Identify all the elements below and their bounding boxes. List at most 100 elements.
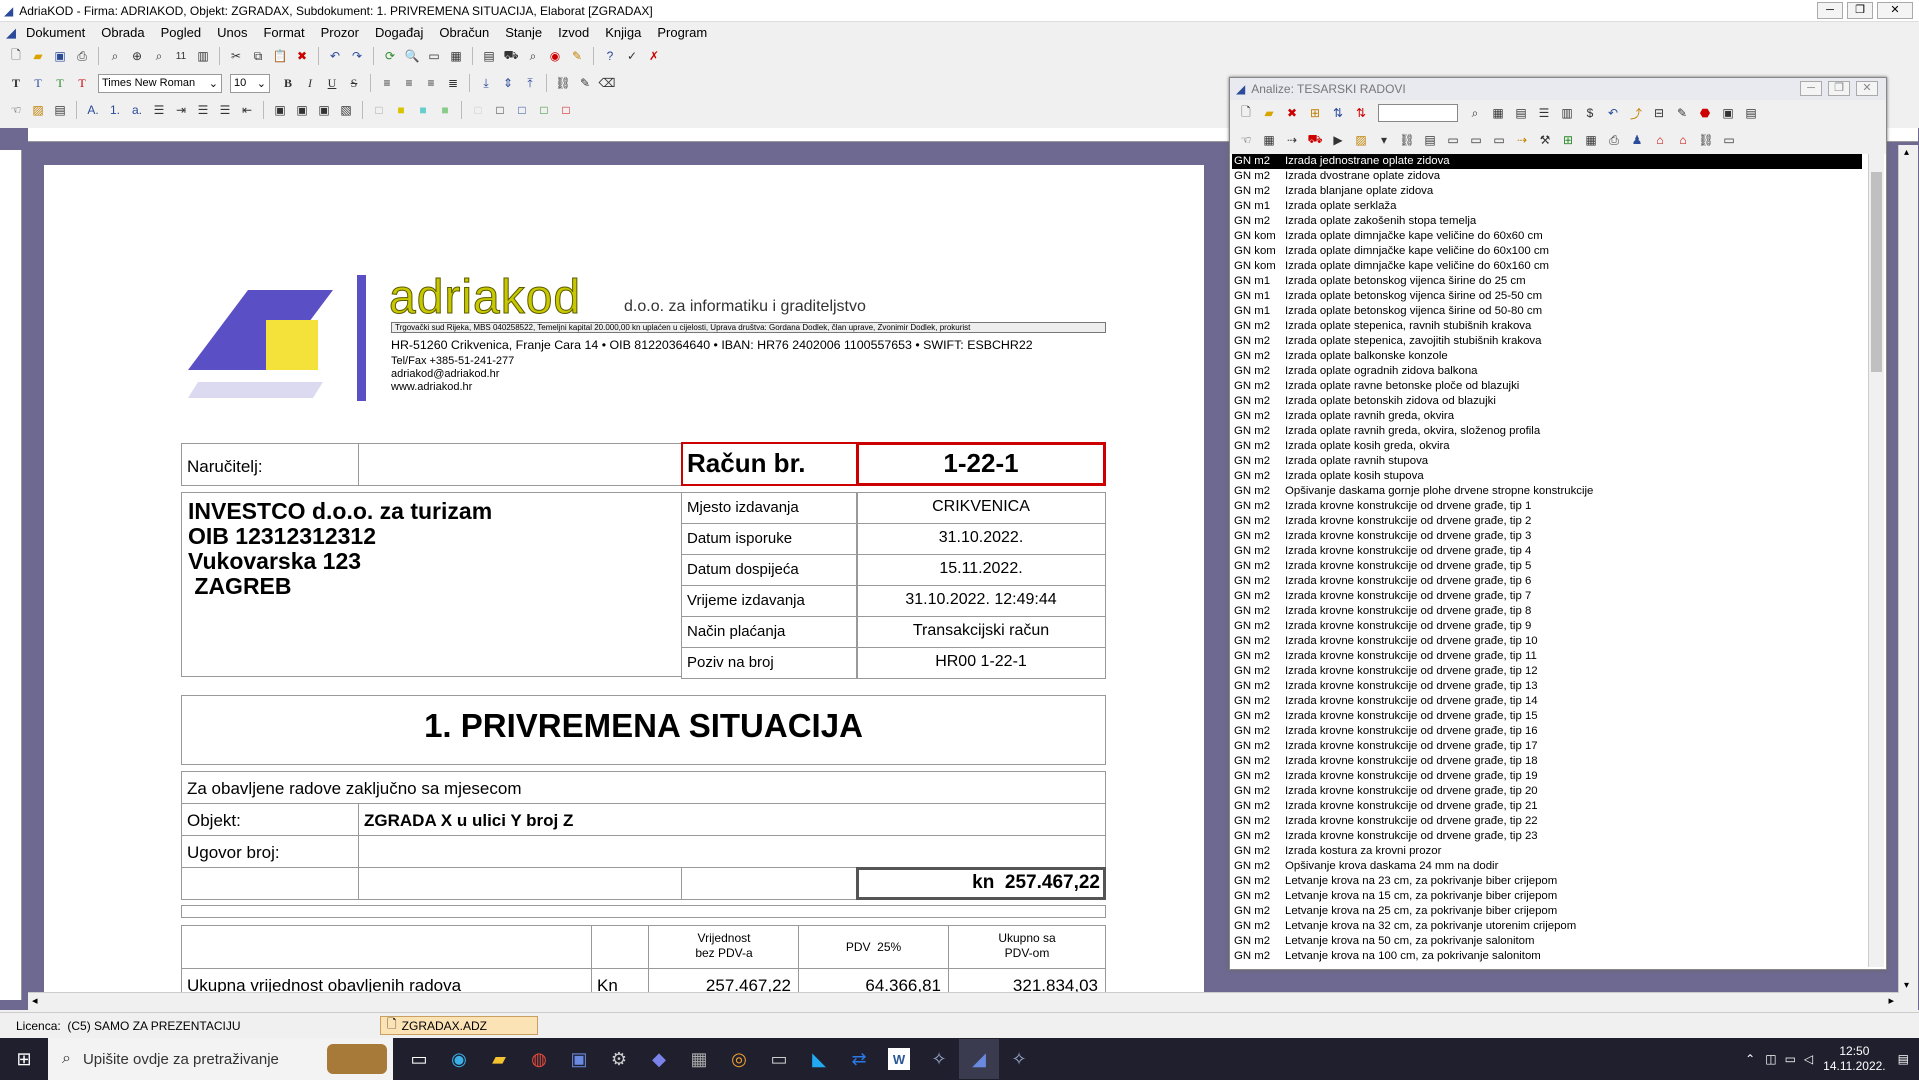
print-icon[interactable]: ⎙ xyxy=(72,46,92,66)
list-item[interactable]: GN m2 Izrada krovne konstrukcije od drven… xyxy=(1232,709,1862,724)
menu-pogled[interactable]: Pogled xyxy=(153,25,209,40)
camera-icon[interactable]: ◫ xyxy=(1765,1052,1776,1066)
list-item[interactable]: GN m2 Izrada krovne konstrukcije od drven… xyxy=(1232,724,1862,739)
image-icon[interactable]: ▧ xyxy=(336,100,356,120)
list-item[interactable]: GN m2 Izrada krovne konstrukcije od drven… xyxy=(1232,604,1862,619)
analyze-minimize-button[interactable]: ─ xyxy=(1800,81,1822,96)
list-item[interactable]: GN m2 Izrada oplate kosih stupova xyxy=(1232,469,1862,484)
list-item[interactable]: GN m2 Izrada krovne konstrukcije od drven… xyxy=(1232,754,1862,769)
border-red-icon[interactable]: □ xyxy=(556,100,576,120)
maximize-button[interactable]: ❐ xyxy=(1847,2,1873,19)
undo-icon[interactable]: ↶ xyxy=(1603,103,1623,123)
valign-bottom-icon[interactable]: ⤓ xyxy=(476,73,496,93)
new-icon[interactable]: 🗋 xyxy=(1236,103,1256,123)
grid-icon[interactable]: ▦ xyxy=(1488,103,1508,123)
list-item[interactable]: GN m2 Izrada blanjane oplate zidova xyxy=(1232,184,1862,199)
menu-stanje[interactable]: Stanje xyxy=(497,25,550,40)
app-icon[interactable]: ▣ xyxy=(559,1039,599,1079)
tree-icon[interactable]: ⊞ xyxy=(1558,130,1578,150)
list-item[interactable]: GN m2 Izrada krovne konstrukcije od drven… xyxy=(1232,499,1862,514)
list-item[interactable]: GN kom Izrada oplate dimnjačke kape velič… xyxy=(1232,244,1862,259)
menu-unos[interactable]: Unos xyxy=(209,25,255,40)
list-item[interactable]: GN m2 Izrada oplate ravnih greda, okvira,… xyxy=(1232,424,1862,439)
list-item[interactable]: GN m2 Izrada oplate stepenica, zavojitih … xyxy=(1232,334,1862,349)
select-icon[interactable]: ▨ xyxy=(28,100,48,120)
edge-icon[interactable]: ◉ xyxy=(439,1039,479,1079)
settings-icon[interactable]: ⚙ xyxy=(599,1039,639,1079)
horizontal-scrollbar[interactable]: ◂ ▸ xyxy=(28,992,1918,1010)
cancel-icon[interactable]: ✗ xyxy=(644,46,664,66)
close-button[interactable]: ✕ xyxy=(1877,2,1913,19)
letter-a-icon[interactable]: A. xyxy=(83,100,103,120)
house-icon[interactable]: ⌂ xyxy=(1673,130,1693,150)
list-item[interactable]: GN m2 Izrada oplate ravnih stupova xyxy=(1232,454,1862,469)
list-item[interactable]: GN m1 Izrada oplate serklaža xyxy=(1232,199,1862,214)
list-item[interactable]: GN m2 Izrada krovne konstrukcije od drven… xyxy=(1232,634,1862,649)
list-item[interactable]: GN m2 Izrada oplate ravnih greda, okvira xyxy=(1232,409,1862,424)
delete-icon[interactable]: ✖ xyxy=(292,46,312,66)
book-icon[interactable]: ▤ xyxy=(1511,103,1531,123)
list-item[interactable]: GN m2 Izrada krovne konstrukcije od drven… xyxy=(1232,664,1862,679)
pencil-icon[interactable]: ✎ xyxy=(575,73,595,93)
list-item[interactable]: GN m2 Izrada krovne konstrukcije od drven… xyxy=(1232,694,1862,709)
list-item[interactable]: GN m2 Izrada krovne konstrukcije od drven… xyxy=(1232,829,1862,844)
explorer-icon[interactable]: ▰ xyxy=(479,1039,519,1079)
menu-knjiga[interactable]: Knjiga xyxy=(597,25,649,40)
arrow-icon[interactable]: ⇢ xyxy=(1512,130,1532,150)
step-icon[interactable]: ▶ xyxy=(1328,130,1348,150)
text-style-icon[interactable]: T xyxy=(6,73,26,93)
eraser-icon[interactable]: ⌫ xyxy=(597,73,617,93)
dollar-icon[interactable]: $ xyxy=(1580,103,1600,123)
menu-obracun[interactable]: Obračun xyxy=(431,25,497,40)
link-icon[interactable]: ⛓ xyxy=(1696,130,1716,150)
list-item[interactable]: GN m2 Izrada krovne konstrukcije od drven… xyxy=(1232,544,1862,559)
page-icon[interactable]: 11 xyxy=(171,46,191,66)
bullet-list-icon[interactable]: ☰ xyxy=(193,100,213,120)
text-style-icon[interactable]: T xyxy=(28,73,48,93)
frame-icon[interactable]: ▣ xyxy=(292,100,312,120)
bold-icon[interactable]: B xyxy=(278,73,298,93)
copy-icon[interactable]: ⧉ xyxy=(248,46,268,66)
menu-prozor[interactable]: Prozor xyxy=(313,25,367,40)
box-green-icon[interactable]: ■ xyxy=(435,100,455,120)
menu-dokument[interactable]: Dokument xyxy=(18,25,93,40)
list-item[interactable]: GN m2 Izrada krovne konstrukcije od drven… xyxy=(1232,514,1862,529)
size-select[interactable]: 10 ⌄ xyxy=(230,73,270,93)
menu-program[interactable]: Program xyxy=(649,25,715,40)
scroll-right-icon[interactable]: ▸ xyxy=(1888,994,1894,1007)
list-item[interactable]: GN kom Izrada oplate dimnjačke kape velič… xyxy=(1232,229,1862,244)
teamviewer-icon[interactable]: ⇄ xyxy=(839,1039,879,1079)
list-item[interactable]: GN m2 Izrada krovne konstrukcije od drven… xyxy=(1232,814,1862,829)
sort-desc-icon[interactable]: ⇅ xyxy=(1351,103,1371,123)
list-item[interactable]: GN m2 Izrada krovne konstrukcije od drven… xyxy=(1232,784,1862,799)
list-item[interactable]: GN m2 Izrada oplate betonskih zidova od b… xyxy=(1232,394,1862,409)
menu-dogadaj[interactable]: Događaj xyxy=(367,25,431,40)
text-style-icon[interactable]: T xyxy=(50,73,70,93)
list-item[interactable]: GN m2 Izrada krovne konstrukcije od drven… xyxy=(1232,739,1862,754)
chart-line-icon[interactable]: ⤴ xyxy=(1626,103,1646,123)
scroll-up-icon[interactable]: ▴ xyxy=(1904,147,1909,158)
border-none-icon[interactable]: □ xyxy=(468,100,488,120)
sort-asc-icon[interactable]: ⇅ xyxy=(1328,103,1348,123)
list-item[interactable]: GN m2 Izrada krovne konstrukcije od drven… xyxy=(1232,589,1862,604)
table-icon[interactable]: ▦ xyxy=(1259,130,1279,150)
undo-icon[interactable]: ↶ xyxy=(325,46,345,66)
list-item[interactable]: GN m2 Izrada oplate ravne betonske ploče … xyxy=(1232,379,1862,394)
doc-icon[interactable]: ▭ xyxy=(1489,130,1509,150)
outdent-icon[interactable]: ⇤ xyxy=(237,100,257,120)
hand-icon[interactable]: ☜ xyxy=(6,100,26,120)
search-icon[interactable]: 🔍 xyxy=(402,46,422,66)
frame-icon[interactable]: ▣ xyxy=(270,100,290,120)
list-item[interactable]: GN m2 Izrada jednostrane oplate zidova xyxy=(1232,154,1862,169)
list-item[interactable]: GN m2 Izrada krovne konstrukcije od drven… xyxy=(1232,769,1862,784)
adriakod-taskbar-icon[interactable]: ◢ xyxy=(959,1039,999,1079)
scroll-left-icon[interactable]: ◂ xyxy=(32,994,38,1007)
save-icon[interactable]: ▣ xyxy=(50,46,70,66)
delete-icon[interactable]: ✖ xyxy=(1282,103,1302,123)
list-item[interactable]: GN m2 Izrada oplate zakošenih stopa temel… xyxy=(1232,214,1862,229)
analyze-maximize-button[interactable]: ❐ xyxy=(1828,81,1850,96)
select-icon[interactable]: ▨ xyxy=(1351,130,1371,150)
border-black-icon[interactable]: □ xyxy=(490,100,510,120)
list-item[interactable]: GN m2 Izrada dvostrane oplate zidova xyxy=(1232,169,1862,184)
list-item[interactable]: GN m2 Izrada krovne konstrukcije od drven… xyxy=(1232,799,1862,814)
